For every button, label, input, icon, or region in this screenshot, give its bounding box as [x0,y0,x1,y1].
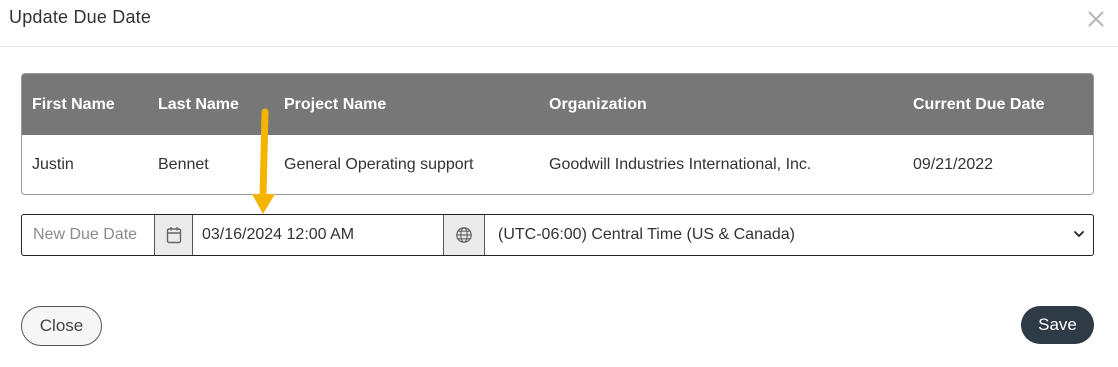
new-due-date-group: New Due Date 03/16/2024 12:00 AM (UTC-06… [21,214,1094,256]
cell-current-due-date: 09/21/2022 [913,156,994,173]
timezone-selected-value: (UTC-06:00) Central Time (US & Canada) [498,226,795,243]
timezone-select[interactable]: (UTC-06:00) Central Time (US & Canada) [485,215,1093,255]
annotation-arrow-icon [252,108,275,214]
table-row: Justin Bennet General Operating support … [22,135,1093,194]
new-due-date-label: New Due Date [22,215,155,255]
dialog-header: Update Due Date [0,0,1118,47]
cell-first-name: Justin [32,156,74,173]
due-date-input[interactable]: 03/16/2024 12:00 AM [193,215,443,255]
cell-project-name: General Operating support [284,156,474,173]
save-button[interactable]: Save [1021,306,1094,344]
table-header-row: First Name Last Name Project Name Organi… [22,74,1093,135]
cell-organization: Goodwill Industries International, Inc. [549,156,812,173]
assignment-table: First Name Last Name Project Name Organi… [21,73,1094,195]
dialog-title: Update Due Date [9,7,152,27]
close-icon[interactable] [1086,8,1106,28]
chevron-down-icon [1074,231,1084,237]
column-header-project-name[interactable]: Project Name [274,74,539,135]
column-header-first-name[interactable]: First Name [22,74,148,135]
calendar-icon[interactable] [155,215,193,255]
close-button[interactable]: Close [21,306,102,346]
column-header-current-due-date[interactable]: Current Due Date [903,74,1093,135]
column-header-organization[interactable]: Organization [539,74,903,135]
globe-icon [443,215,485,255]
